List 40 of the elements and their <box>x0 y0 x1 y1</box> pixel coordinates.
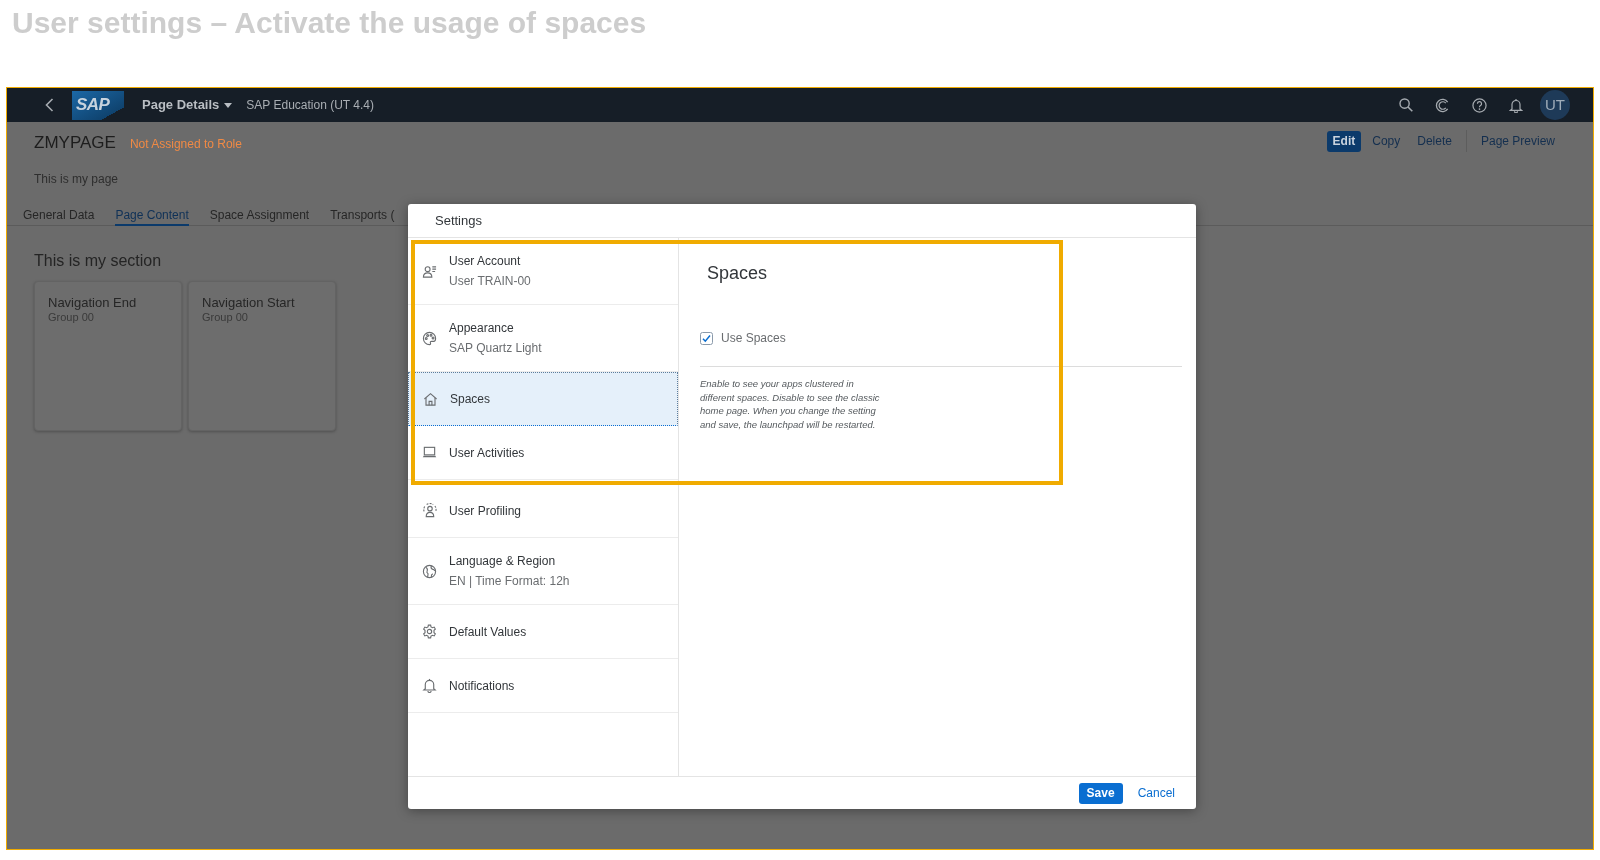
dialog-title: Settings <box>435 211 482 230</box>
page-description: This is my page <box>34 172 119 186</box>
logo[interactable]: SAP <box>72 90 124 120</box>
dialog-button[interactable]: Save <box>1078 782 1123 804</box>
status-text: Not Assigned to Role <box>129 136 242 153</box>
bell-icon <box>422 678 437 693</box>
checkbox[interactable] <box>700 331 713 345</box>
palette-icon <box>422 330 437 346</box>
person-gear-icon <box>422 503 437 518</box>
page-title-menu[interactable]: Page Details <box>142 95 233 115</box>
globe-icon <box>422 563 437 579</box>
settings-list-item[interactable]: Language & Region EN | Time Format: 12h <box>408 538 678 605</box>
checkbox-label[interactable]: Use Spaces <box>721 329 786 347</box>
person-icon <box>422 263 437 279</box>
dialog-button[interactable]: Cancel <box>1131 782 1181 804</box>
detail-title: Spaces <box>707 263 768 283</box>
caret-icon <box>224 102 233 108</box>
tab[interactable]: Space Assignment <box>209 201 310 226</box>
settings-list-item[interactable]: User Profiling <box>408 484 678 538</box>
settings-list-item[interactable]: Default Values <box>408 605 678 659</box>
bell-icon[interactable] <box>1509 97 1523 113</box>
user-avatar[interactable]: UT <box>1540 90 1570 120</box>
ring-icon[interactable] <box>1435 97 1450 113</box>
house-icon <box>423 391 438 407</box>
settings-list-item[interactable]: Spaces <box>408 372 678 426</box>
section-title: This is my section <box>34 252 162 269</box>
settings-list-item[interactable]: User Activities <box>408 426 678 480</box>
help-icon[interactable] <box>1472 97 1487 113</box>
page-title: ZMYPAGE <box>34 133 116 153</box>
tab[interactable]: General Data <box>23 201 95 226</box>
back-icon[interactable] <box>45 98 54 112</box>
settings-list-item[interactable]: Notifications <box>408 659 678 713</box>
toolbar-button[interactable]: Edit <box>1326 130 1362 152</box>
gear-icon <box>422 624 437 639</box>
laptop-icon <box>422 445 437 460</box>
tab[interactable]: Transports ( <box>330 201 395 226</box>
search-icon[interactable] <box>1399 98 1413 112</box>
help-text: Enable to see your apps clustered in different spaces. Disable to see the classic home page. When you change the setting and save, the launchpad will be restarted. <box>700 377 881 431</box>
system-name: SAP Education (UT 4.4) <box>246 97 374 114</box>
settings-list-item[interactable]: User Account User TRAIN-00 <box>408 238 678 305</box>
